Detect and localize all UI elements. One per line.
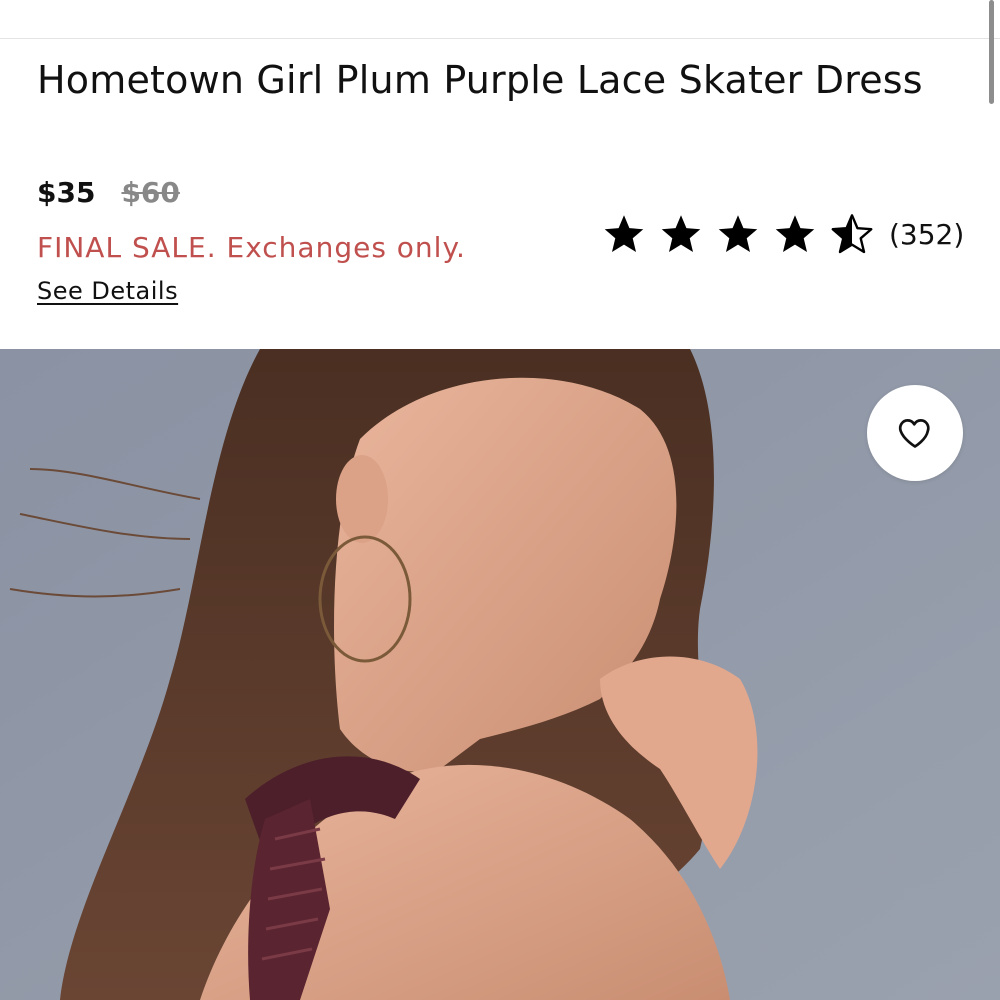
star-icon <box>718 215 758 252</box>
heart-icon <box>898 419 930 448</box>
original-price: $60 <box>121 175 180 209</box>
half-star-icon <box>831 214 873 254</box>
favorite-button[interactable] <box>867 385 963 481</box>
current-price: $35 <box>37 175 96 209</box>
top-bar <box>0 0 1000 39</box>
product-title: Hometown Girl Plum Purple Lace Skater Dr… <box>37 58 923 102</box>
star-icon <box>661 215 701 252</box>
final-sale-notice: FINAL SALE. Exchanges only. <box>37 231 466 264</box>
review-count: (352) <box>889 217 965 251</box>
price-row: $35 $60 <box>37 172 180 212</box>
see-details-link[interactable]: See Details <box>37 277 178 305</box>
star-icon <box>604 215 644 252</box>
rating-summary[interactable]: (352) <box>602 210 964 258</box>
star-icon <box>775 215 815 252</box>
model-photo <box>0 349 1000 1000</box>
product-image[interactable] <box>0 349 1000 1000</box>
scrollbar[interactable] <box>989 0 994 104</box>
